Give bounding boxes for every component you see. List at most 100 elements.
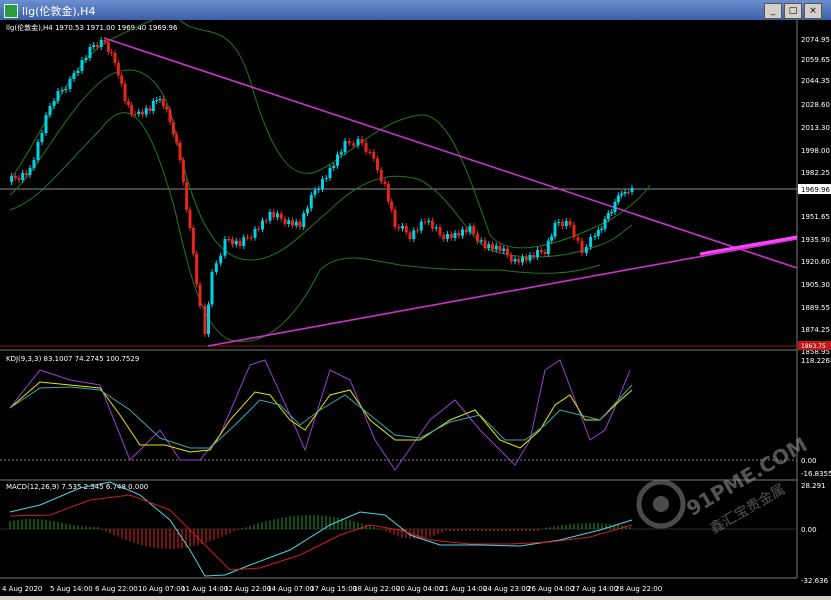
candle-body: [623, 192, 627, 194]
candle-body: [257, 229, 261, 230]
candle-body: [603, 219, 607, 229]
candle-body: [238, 240, 242, 246]
price-tick: 1874.25: [801, 326, 830, 334]
kdj-tick: 118.2268: [801, 357, 831, 365]
time-tick: 4 Aug 2020: [2, 585, 42, 593]
candle-body: [249, 237, 253, 239]
candle-body: [195, 253, 199, 285]
candle-body: [491, 244, 494, 250]
candle-body: [298, 221, 302, 227]
candle-body: [21, 173, 25, 180]
candle-body: [498, 245, 502, 251]
candle-body: [302, 213, 306, 227]
candle-body: [60, 90, 64, 91]
candle-body: [427, 220, 431, 222]
candle-body: [390, 201, 394, 210]
price-tick: 2074.95: [801, 36, 830, 44]
candle-body: [372, 152, 376, 159]
candle-body: [521, 257, 524, 263]
candle-body: [397, 227, 401, 229]
candle-body: [231, 239, 234, 245]
candle-body: [613, 202, 617, 212]
candle-body: [528, 255, 532, 261]
candle-body: [144, 108, 148, 115]
time-tick: 6 Aug 22:00: [95, 585, 138, 593]
candle-body: [324, 178, 328, 179]
time-tick: 10 Aug 07:00: [138, 585, 185, 593]
candle-body: [137, 111, 141, 114]
candle-body: [165, 106, 169, 110]
kdj-panel-label: KDJ(9,3,3) 83.1007 74.2745 100.7529: [6, 355, 139, 363]
candle-body: [52, 101, 56, 106]
time-tick: 24 Aug 23:00: [483, 585, 530, 593]
candle-body: [408, 232, 412, 239]
candle-body: [242, 237, 246, 246]
candle-body: [620, 193, 624, 196]
candle-body: [539, 250, 543, 252]
candle-body: [264, 220, 268, 222]
candle-body: [306, 208, 309, 214]
candle-body: [616, 195, 620, 202]
current-price-label: 1969.96: [801, 186, 830, 194]
candle-body: [191, 228, 195, 254]
minimize-button[interactable]: _: [764, 3, 782, 19]
macd-signal-line: [9, 494, 633, 571]
candle-body: [40, 133, 44, 142]
candle-body: [207, 304, 210, 334]
candle-body: [321, 179, 324, 189]
candle-body: [600, 229, 604, 230]
time-tick: 11 Aug 14:00: [181, 585, 228, 593]
candle-body: [272, 212, 276, 218]
ascending-trendline: [207, 238, 798, 347]
candle-body: [141, 111, 144, 115]
candle-body: [317, 189, 321, 190]
candle-body: [401, 226, 404, 229]
candle-body: [130, 105, 134, 114]
candle-body: [336, 154, 339, 166]
candle-body: [557, 222, 561, 223]
candle-body: [332, 165, 336, 168]
time-tick: 27 Aug 14:00: [571, 585, 618, 593]
candle-body: [431, 220, 434, 229]
price-tick: 1951.65: [801, 213, 830, 221]
price-tick: 2044.35: [801, 77, 830, 85]
maximize-button[interactable]: □: [784, 3, 802, 19]
time-tick: 21 Aug 14:00: [440, 585, 487, 593]
candle-body: [13, 176, 17, 178]
candle-body: [627, 192, 630, 193]
candle-body: [524, 257, 528, 261]
window-titlebar[interactable]: llg(伦敦金),H4 _ □ ×: [0, 0, 831, 20]
candle-body: [309, 194, 313, 209]
candle-body: [32, 160, 36, 168]
time-tick: 17 Aug 15:00: [310, 585, 357, 593]
candle-body: [404, 226, 408, 233]
price-tick: 2059.65: [801, 56, 830, 64]
kdj-lines: [9, 359, 633, 471]
candle-body: [151, 101, 155, 111]
candle-body: [383, 181, 387, 184]
candle-body: [72, 73, 76, 79]
candle-body: [103, 40, 107, 42]
kdj-tick: -16.8355: [801, 470, 831, 478]
candle-body: [502, 248, 506, 251]
candle-body: [472, 226, 476, 234]
candle-body: [453, 233, 457, 238]
candle-body: [227, 239, 231, 240]
candle-body: [509, 255, 513, 262]
candle-body: [116, 63, 120, 76]
candle-body: [546, 240, 550, 254]
time-tick: 5 Aug 14:00: [50, 585, 93, 593]
candle-body: [468, 226, 472, 233]
candle-body: [99, 40, 103, 47]
close-button[interactable]: ×: [804, 3, 822, 19]
candle-body: [513, 259, 517, 262]
candle-body: [294, 221, 298, 226]
candle-body: [203, 306, 207, 334]
candle-body: [386, 184, 390, 202]
chart-icon: [4, 4, 18, 18]
candle-body: [76, 71, 80, 73]
candle-body: [343, 141, 347, 153]
chart-area[interactable]: llg(伦敦金),H4 1970.53 1971.00 1969.40 1969…: [0, 15, 831, 596]
candle-body: [253, 229, 257, 238]
candle-body: [175, 134, 179, 143]
